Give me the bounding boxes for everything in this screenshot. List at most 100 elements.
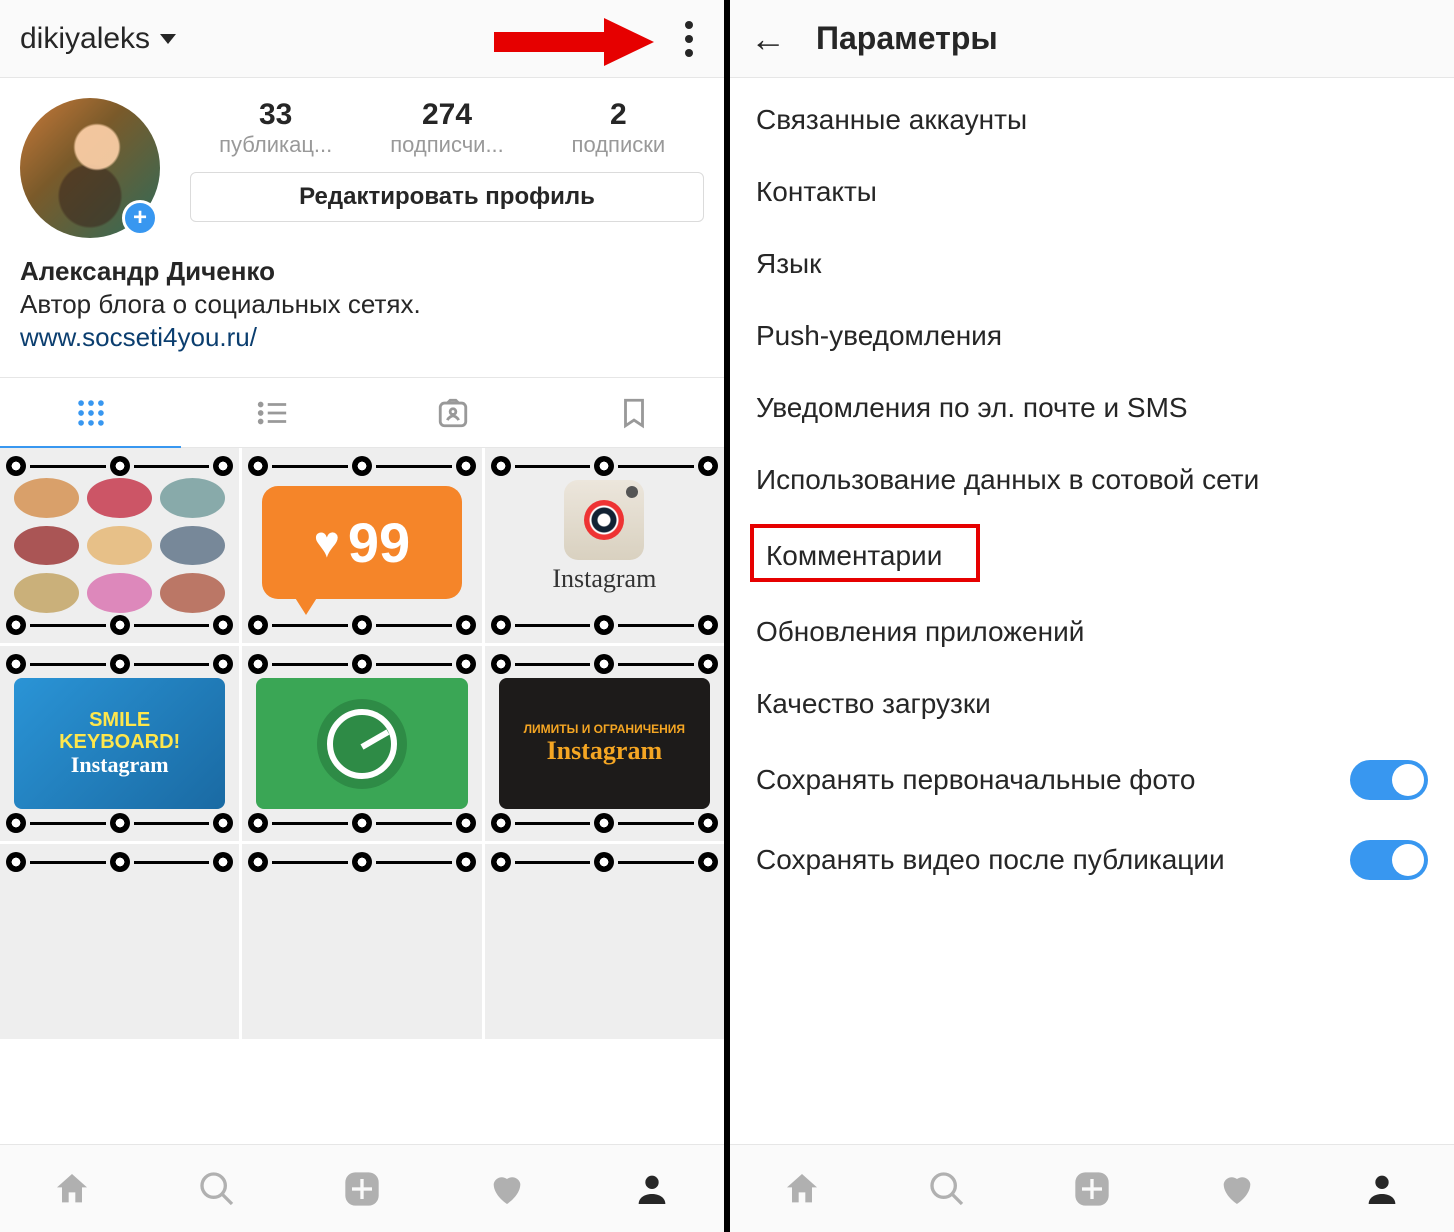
- setting-label: Push-уведомления: [756, 320, 1428, 352]
- setting-save-video-after-post[interactable]: Сохранять видео после публикации: [730, 820, 1454, 900]
- settings-title: Параметры: [816, 20, 998, 57]
- stat-posts[interactable]: 33 публикац...: [190, 98, 361, 158]
- setting-label: Комментарии: [756, 536, 1428, 576]
- setting-linked-accounts[interactable]: Связанные аккаунты: [730, 84, 1454, 156]
- tab-list[interactable]: [181, 378, 362, 447]
- post-caption: Instagram: [515, 564, 694, 594]
- heart-icon: [487, 1169, 527, 1209]
- post-thumbnail[interactable]: [0, 844, 239, 1039]
- nav-home[interactable]: [0, 1145, 145, 1232]
- add-story-button[interactable]: +: [122, 200, 158, 236]
- heart-icon: ♥: [314, 518, 340, 568]
- settings-list[interactable]: Связанные аккаунты Контакты Язык Push-ув…: [730, 78, 1454, 1144]
- stat-followers-count: 274: [361, 98, 532, 132]
- nav-activity[interactable]: [1164, 1145, 1309, 1232]
- camera-icon: [564, 480, 644, 560]
- profile-info: + 33 публикац... 274 подписчи... 2 подпи…: [0, 78, 724, 378]
- avatar-container[interactable]: +: [20, 98, 160, 238]
- stat-following[interactable]: 2 подписки: [533, 98, 704, 158]
- profile-bio: Александр Диченко Автор блога о социальн…: [20, 256, 704, 353]
- bio-link[interactable]: www.socseti4you.ru/: [20, 322, 704, 353]
- stat-posts-label: публикац...: [201, 132, 351, 158]
- setting-label: Язык: [756, 248, 1428, 280]
- search-icon: [927, 1169, 967, 1209]
- setting-app-updates[interactable]: Обновления приложений: [730, 596, 1454, 668]
- toggle-switch[interactable]: [1350, 840, 1428, 880]
- annotation-arrow-icon: [494, 18, 654, 66]
- tab-tagged[interactable]: [362, 378, 543, 447]
- bio-description: Автор блога о социальных сетях.: [20, 289, 704, 320]
- post-brand: Instagram: [547, 736, 663, 766]
- stat-followers-label: подписчи...: [372, 132, 522, 158]
- nav-profile[interactable]: [1309, 1145, 1454, 1232]
- setting-email-sms[interactable]: Уведомления по эл. почте и SMS: [730, 372, 1454, 444]
- nav-search[interactable]: [145, 1145, 290, 1232]
- profile-screen: dikiyaleks + 33 публикац...: [0, 0, 724, 1232]
- post-thumbnail[interactable]: [242, 844, 481, 1039]
- setting-contacts[interactable]: Контакты: [730, 156, 1454, 228]
- setting-label: Сохранять первоначальные фото: [756, 764, 1350, 796]
- username-switcher[interactable]: dikiyaleks: [20, 22, 176, 56]
- bottom-nav: [730, 1144, 1454, 1232]
- person-icon: [1362, 1169, 1402, 1209]
- tagged-icon: [436, 396, 470, 430]
- bio-name: Александр Диченко: [20, 256, 704, 287]
- post-text: ЛИМИТЫ И ОГРАНИЧЕНИЯ: [524, 722, 685, 736]
- setting-label: Связанные аккаунты: [756, 104, 1428, 136]
- tab-grid[interactable]: [0, 378, 181, 447]
- heart-icon: [1217, 1169, 1257, 1209]
- post-likes-count: 99: [348, 510, 410, 575]
- plus-box-icon: [1072, 1169, 1112, 1209]
- profile-topbar: dikiyaleks: [0, 0, 724, 78]
- setting-label: Качество загрузки: [756, 688, 1428, 720]
- post-thumbnail[interactable]: Instagram: [485, 448, 724, 643]
- post-thumbnail[interactable]: SMILEKEYBOARD!Instagram: [0, 646, 239, 841]
- setting-language[interactable]: Язык: [730, 228, 1454, 300]
- setting-label: Контакты: [756, 176, 1428, 208]
- setting-label: Обновления приложений: [756, 616, 1428, 648]
- username-text: dikiyaleks: [20, 22, 150, 56]
- post-thumbnail[interactable]: ♥99: [242, 448, 481, 643]
- setting-upload-quality[interactable]: Качество загрузки: [730, 668, 1454, 740]
- setting-push[interactable]: Push-уведомления: [730, 300, 1454, 372]
- edit-profile-button[interactable]: Редактировать профиль: [190, 172, 704, 222]
- caret-down-icon: [160, 34, 176, 44]
- home-icon: [52, 1169, 92, 1209]
- post-thumbnail[interactable]: ЛИМИТЫ И ОГРАНИЧЕНИЯInstagram: [485, 646, 724, 841]
- plus-box-icon: [342, 1169, 382, 1209]
- clock-icon: [317, 699, 407, 789]
- bottom-nav: [0, 1144, 724, 1232]
- tab-saved[interactable]: [543, 378, 724, 447]
- list-icon: [255, 396, 289, 430]
- post-text: KEYBOARD!: [59, 731, 180, 753]
- nav-home[interactable]: [730, 1145, 875, 1232]
- setting-cellular[interactable]: Использование данных в сотовой сети: [730, 444, 1454, 516]
- nav-search[interactable]: [875, 1145, 1020, 1232]
- back-button[interactable]: ←: [750, 18, 786, 60]
- setting-comments[interactable]: Комментарии: [730, 516, 1454, 596]
- setting-label: Сохранять видео после публикации: [756, 844, 1350, 876]
- toggle-switch[interactable]: [1350, 760, 1428, 800]
- settings-topbar: ← Параметры: [730, 0, 1454, 78]
- setting-save-original-photo[interactable]: Сохранять первоначальные фото: [730, 740, 1454, 820]
- profile-tabs: [0, 378, 724, 448]
- overflow-menu-button[interactable]: [674, 19, 704, 59]
- post-thumbnail[interactable]: [0, 448, 239, 643]
- stat-followers[interactable]: 274 подписчи...: [361, 98, 532, 158]
- grid-icon: [74, 396, 108, 430]
- stat-following-count: 2: [533, 98, 704, 132]
- nav-profile[interactable]: [579, 1145, 724, 1232]
- nav-create[interactable]: [1020, 1145, 1165, 1232]
- home-icon: [782, 1169, 822, 1209]
- bookmark-icon: [617, 396, 651, 430]
- nav-create[interactable]: [290, 1145, 435, 1232]
- setting-label: Уведомления по эл. почте и SMS: [756, 392, 1428, 424]
- post-brand: Instagram: [71, 752, 169, 777]
- setting-label: Использование данных в сотовой сети: [756, 464, 1428, 496]
- post-text: SMILE: [89, 709, 150, 731]
- post-thumbnail[interactable]: [242, 646, 481, 841]
- settings-screen: ← Параметры Связанные аккаунты Контакты …: [730, 0, 1454, 1232]
- post-thumbnail[interactable]: [485, 844, 724, 1039]
- stat-following-label: подписки: [543, 132, 693, 158]
- nav-activity[interactable]: [434, 1145, 579, 1232]
